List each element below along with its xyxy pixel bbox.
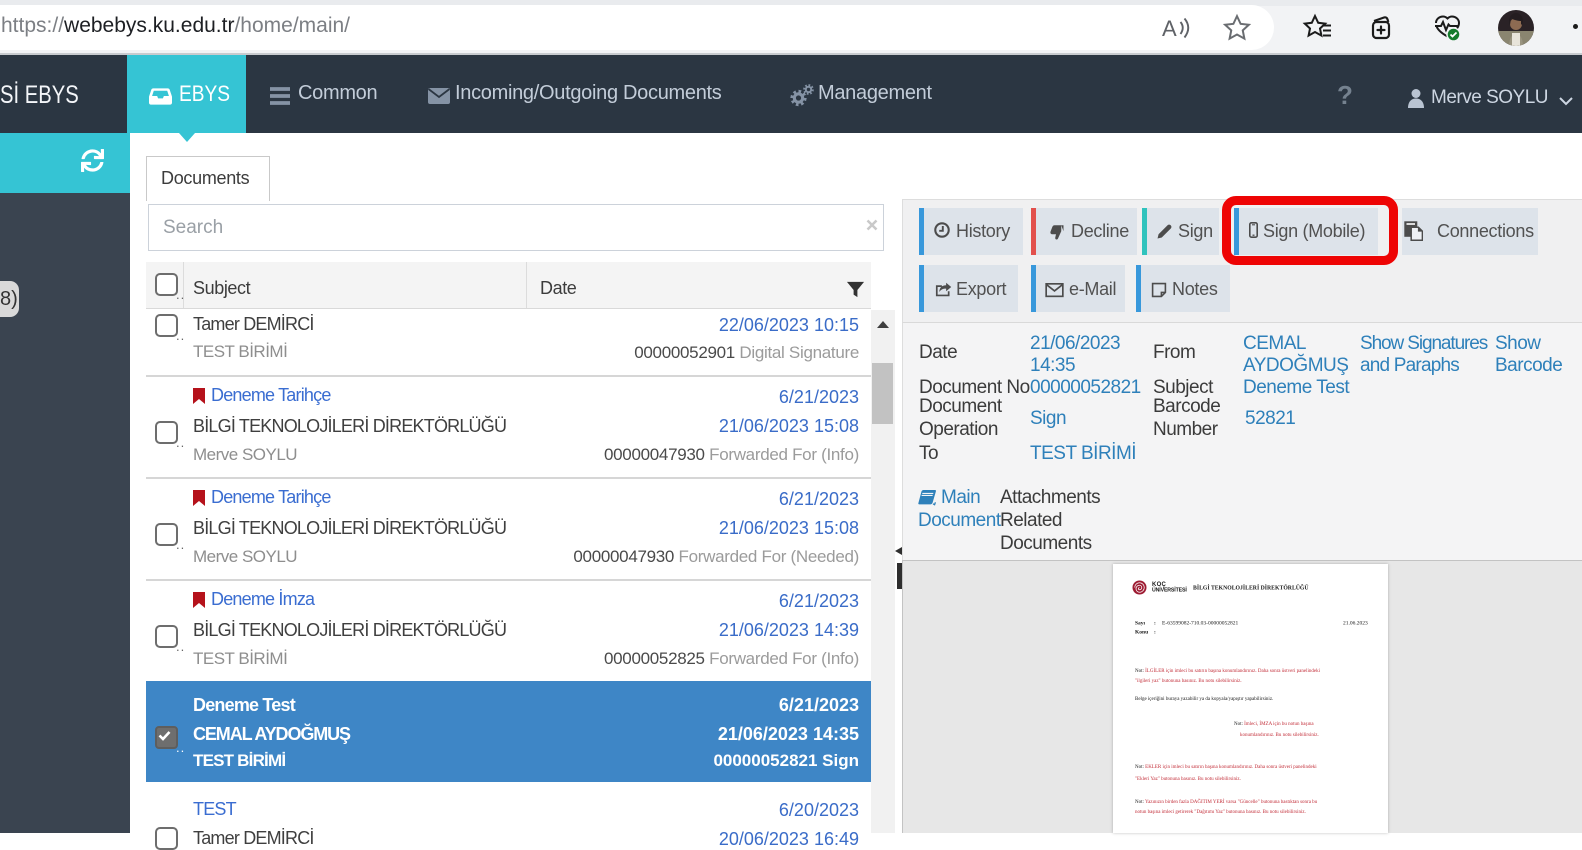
svg-text:A: A — [1162, 16, 1177, 41]
